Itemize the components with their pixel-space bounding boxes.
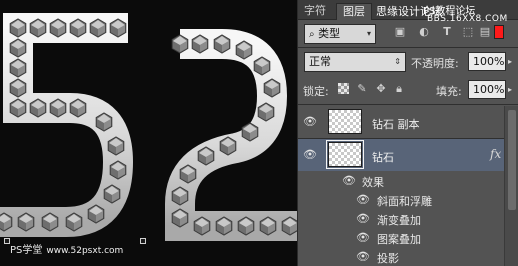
gem-stud xyxy=(17,212,35,232)
lock-transparent-pixels-icon[interactable] xyxy=(338,83,349,94)
effects-group-row[interactable]: 👁︎ 效果 xyxy=(298,171,504,190)
lock-position-icon[interactable]: ✥ xyxy=(375,83,387,95)
lock-label: 锁定: xyxy=(303,85,329,98)
tab-layers[interactable]: 图层 xyxy=(336,3,372,20)
effect-row-bevel-emboss[interactable]: 👁︎ 斜面和浮雕 xyxy=(298,190,504,209)
gem-stud xyxy=(281,216,297,236)
fill-label: 填充: xyxy=(436,85,462,98)
gem-stud xyxy=(109,18,127,38)
gem-stud xyxy=(9,98,27,118)
fill-input[interactable]: 100% xyxy=(468,80,506,99)
gem-stud xyxy=(107,136,125,156)
gem-stud xyxy=(29,98,47,118)
gem-stud xyxy=(197,146,215,166)
gem-stud xyxy=(69,18,87,38)
gem-stud xyxy=(9,18,27,38)
gem-stud xyxy=(171,208,189,228)
gem-stud xyxy=(69,98,87,118)
digit-two xyxy=(165,29,297,241)
effect-name: 斜面和浮雕 xyxy=(377,195,432,208)
gem-stud xyxy=(179,164,197,184)
lock-image-pixels-icon[interactable]: ✎ xyxy=(356,83,368,95)
layer-row-diamond-copy[interactable]: 👁︎ 钻石 副本 xyxy=(298,106,504,138)
layer-thumbnail xyxy=(326,140,364,169)
gem-stud xyxy=(103,184,121,204)
gem-stud xyxy=(259,216,277,236)
gem-stud xyxy=(49,18,67,38)
visibility-eye-icon[interactable]: 👁︎ xyxy=(356,194,370,205)
pixel-filter-icon[interactable]: ▣ xyxy=(393,26,407,38)
visibility-eye-icon[interactable]: 👁︎ xyxy=(342,175,356,186)
layers-panel: 字符 图层 思缘设计论坛 PS教程论坛 BBS.16XX8.COM ⌕ 类型 ▾… xyxy=(297,0,518,266)
gem-stud xyxy=(29,18,47,38)
blend-mode-dropdown[interactable]: 正常 ⇕ xyxy=(304,52,406,72)
gem-stud xyxy=(65,212,83,232)
gem-stud xyxy=(41,212,59,232)
effects-label: 效果 xyxy=(362,176,384,189)
gem-stud xyxy=(9,38,27,58)
visibility-eye-icon[interactable]: 👁︎ xyxy=(303,149,317,160)
opacity-label: 不透明度: xyxy=(411,57,459,70)
gem-stud xyxy=(89,18,107,38)
lock-all-icon[interactable]: 🔒︎ xyxy=(393,83,405,95)
filter-toggle-switch[interactable] xyxy=(494,25,504,39)
gem-stud xyxy=(171,34,189,54)
tab-character[interactable]: 字符 xyxy=(304,3,326,20)
layer-name: 钻石 副本 xyxy=(372,118,420,131)
opacity-input[interactable]: 100% xyxy=(468,52,506,71)
layer-thumbnail xyxy=(328,109,362,134)
gem-stud xyxy=(213,34,231,54)
transform-handle[interactable] xyxy=(4,238,10,244)
watermark-text: PS学堂 www.52psxt.com xyxy=(10,245,124,256)
layer-row-diamond[interactable]: 👁︎ 钻石 fx ▴ xyxy=(298,139,510,171)
effect-row-pattern-overlay[interactable]: 👁︎ 图案叠加 xyxy=(298,228,504,247)
visibility-eye-icon[interactable]: 👁︎ xyxy=(356,232,370,243)
gem-stud xyxy=(237,216,255,236)
gem-stud xyxy=(241,122,259,142)
opacity-slider-arrow[interactable]: ▸ xyxy=(508,57,512,66)
smart-object-filter-icon[interactable]: ▤ xyxy=(478,26,492,38)
gem-stud xyxy=(219,136,237,156)
visibility-eye-icon[interactable]: 👁︎ xyxy=(356,213,370,224)
gem-stud xyxy=(253,56,271,76)
type-filter-icon[interactable]: T xyxy=(440,26,454,38)
visibility-eye-icon[interactable]: 👁︎ xyxy=(303,116,317,127)
gem-stud xyxy=(263,78,281,98)
search-icon: ⌕ xyxy=(309,29,315,40)
layer-filter-dropdown[interactable]: ⌕ 类型 ▾ xyxy=(304,24,376,44)
updown-arrows-icon: ⇕ xyxy=(394,57,401,66)
chevron-down-icon: ▾ xyxy=(366,29,371,38)
gem-stud xyxy=(171,186,189,206)
gem-stud xyxy=(215,216,233,236)
gem-stud xyxy=(235,40,253,60)
transform-handle[interactable] xyxy=(140,238,146,244)
layer-effects-fx-icon[interactable]: fx xyxy=(490,147,501,161)
gem-stud xyxy=(191,34,209,54)
effect-name: 图案叠加 xyxy=(377,233,421,246)
effect-name: 投影 xyxy=(377,252,399,265)
gem-stud xyxy=(9,58,27,78)
scrollbar-thumb[interactable] xyxy=(508,110,516,210)
diamond-text-artwork xyxy=(0,13,297,241)
document-canvas[interactable]: PS学堂 www.52psxt.com xyxy=(0,0,297,266)
visibility-eye-icon[interactable]: 👁︎ xyxy=(356,251,370,262)
gem-stud xyxy=(49,98,67,118)
gem-stud xyxy=(9,78,27,98)
effect-row-drop-shadow[interactable]: 👁︎ 投影 xyxy=(298,247,504,266)
gem-stud xyxy=(95,112,113,132)
effect-name: 渐变叠加 xyxy=(377,214,421,227)
gem-stud xyxy=(257,102,275,122)
panel-tabbar: 字符 图层 思缘设计论坛 PS教程论坛 BBS.16XX8.COM xyxy=(298,0,518,24)
shape-filter-icon[interactable]: ⬚ xyxy=(461,26,475,38)
gem-stud xyxy=(87,204,105,224)
effect-row-gradient-overlay[interactable]: 👁︎ 渐变叠加 xyxy=(298,209,504,228)
layer-name: 钻石 xyxy=(372,151,394,164)
layers-scrollbar[interactable] xyxy=(504,106,518,266)
fill-slider-arrow[interactable]: ▸ xyxy=(508,85,512,94)
adjustment-filter-icon[interactable]: ◐ xyxy=(417,26,431,38)
watermark-text: BBS.16XX8.COM xyxy=(427,14,508,24)
gem-stud xyxy=(109,160,127,180)
gem-stud xyxy=(193,216,211,236)
